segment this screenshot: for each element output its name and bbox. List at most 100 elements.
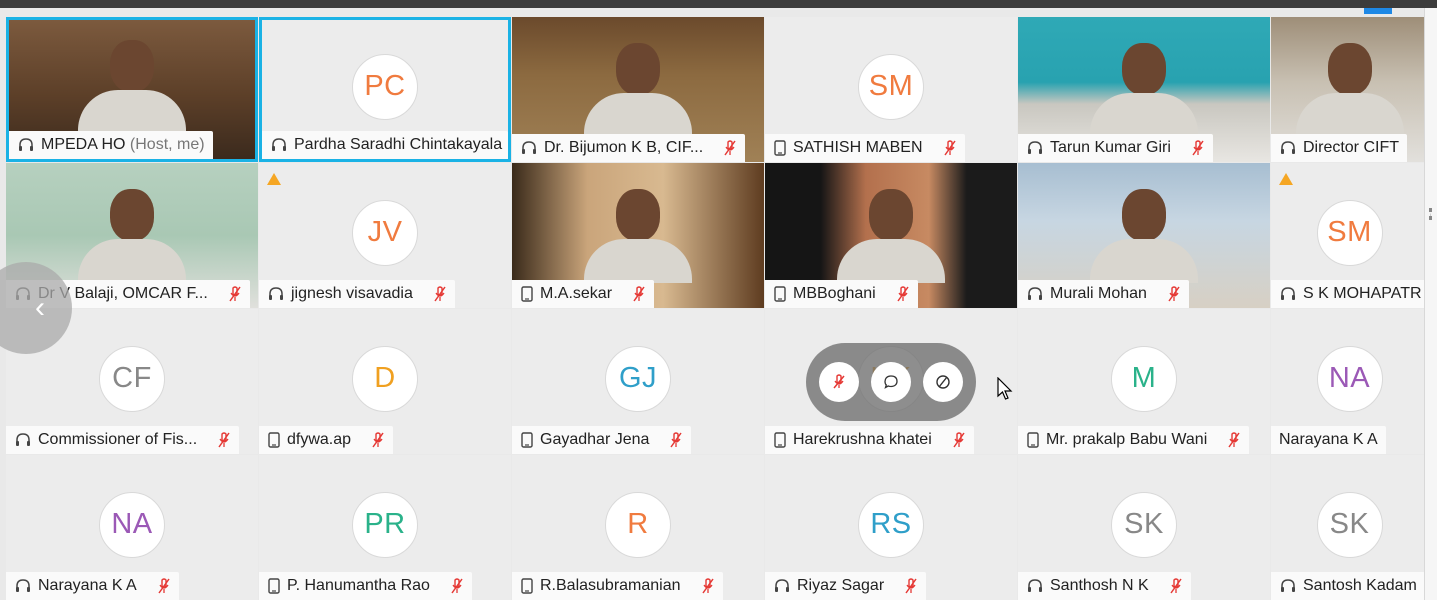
participant-tile[interactable]: NA Narayana K A [1271,309,1427,454]
participant-tile[interactable]: GJ Gayadhar Jena [512,309,764,454]
device-phone-icon [267,431,281,449]
mic-muted-icon [943,139,957,157]
chat-participant-button[interactable] [871,362,911,402]
participant-tile[interactable]: MPEDA HO (Host, me) [6,17,258,162]
participant-name: M.A.sekar [540,285,613,302]
side-panel-handle[interactable] [1424,8,1437,600]
participant-avatar: SK [1316,491,1383,558]
participant-name: Murali Mohan [1050,285,1147,302]
participant-tile[interactable]: SM SATHISH MABEN [765,17,1017,162]
participant-tile[interactable]: SM S K MOHAPATR [1271,163,1427,308]
video-off-icon [936,375,950,389]
participant-tile[interactable]: RS Riyaz Sagar [765,455,1017,600]
participant-tile[interactable]: R R.Balasubramanian [512,455,764,600]
participant-tile[interactable]: Tarun Kumar Giri [1018,17,1270,162]
drag-handle-icon[interactable] [1429,208,1435,220]
mic-muted-icon [952,431,966,449]
participant-name-label: Commissioner of Fis... [6,426,240,454]
headset-icon [14,577,32,595]
headset-icon [520,139,538,157]
participant-tile[interactable]: M Mr. prakalp Babu Wani [1018,309,1270,454]
stop-video-button[interactable] [923,362,963,402]
participant-tile[interactable]: Murali Mohan [1018,163,1270,308]
mic-muted-icon [217,431,231,449]
participant-avatar: PC [352,53,418,120]
participant-avatar: SK [1111,491,1177,558]
participant-name: P. Hanumantha Rao [287,577,430,594]
participant-name-label: SATHISH MABEN [765,134,965,162]
mouse-cursor-icon [997,376,1013,406]
participant-avatar: PR [352,491,418,558]
chevron-left-icon: ‹ [35,291,45,324]
participant-video [836,183,946,283]
participant-name: Commissioner of Fis... [38,431,198,448]
participant-name-label: Murali Mohan [1018,280,1189,308]
participant-name-label: MBBoghani [765,280,918,308]
participant-name-label: Santhosh N K [1018,572,1191,600]
participant-name-label: Dr. Bijumon K B, CIF... [512,134,746,162]
participant-name: MPEDA HO (Host, me) [41,136,205,153]
device-phone-icon [520,285,534,303]
participant-tile[interactable]: SK Santhosh N K [1018,455,1270,600]
headset-icon [1026,139,1044,157]
mic-muted-icon [228,285,242,303]
chat-bubble-icon [884,375,898,389]
participant-avatar: D [352,345,418,412]
participant-name-label: Riyaz Sagar [765,572,927,600]
headset-icon [773,577,791,595]
participant-name-label: S K MOHAPATR [1271,280,1427,308]
mic-muted-icon [1167,285,1181,303]
participant-gallery: MPEDA HO (Host, me) PC Pardha Saradhi Chin… [6,17,1427,600]
participant-avatar: NA [1316,345,1383,412]
participant-name: Riyaz Sagar [797,577,885,594]
participant-name: R.Balasubramanian [540,577,681,594]
participant-tile[interactable]: Dr. Bijumon K B, CIF... [512,17,764,162]
participant-tile[interactable]: MBBoghani [765,163,1017,308]
device-phone-icon [773,139,787,157]
headset-icon [270,136,288,154]
participant-name: Harekrushna khatei [793,431,932,448]
participant-name-label: M.A.sekar [512,280,655,308]
mic-muted-icon [723,139,737,157]
mic-muted-icon [433,285,447,303]
device-phone-icon [1026,431,1040,449]
participant-name-label: Narayana K A [6,572,179,600]
participant-name: Narayana K A [1279,431,1378,448]
participant-avatar: SM [1316,199,1383,266]
mic-off-icon [833,374,845,389]
participant-name: Narayana K A [38,577,137,594]
participant-name-label: Narayana K A [1271,426,1386,454]
participant-name: Gayadhar Jena [540,431,650,448]
mic-muted-icon [632,285,646,303]
participant-video [1089,37,1199,137]
participant-name: Santosh Kadam [1303,577,1417,594]
mic-muted-icon [371,431,385,449]
participant-name-label: R.Balasubramanian [512,572,723,600]
participant-avatar: NA [99,491,165,558]
participant-name-label: Mr. prakalp Babu Wani [1018,426,1250,454]
participant-video [77,34,187,134]
participant-tile[interactable]: M.A.sekar [512,163,764,308]
participant-tile[interactable]: PR P. Hanumantha Rao [259,455,511,600]
mic-muted-icon [896,285,910,303]
mic-muted-icon [669,431,683,449]
participant-tile[interactable]: NA Narayana K A [6,455,258,600]
mute-participant-button[interactable] [819,362,859,402]
mic-muted-icon [157,577,171,595]
participant-tile[interactable]: Ddfywa.ap [259,309,511,454]
participant-name: jignesh visavadia [291,285,413,302]
participant-tile[interactable]: SK Santosh Kadam [1271,455,1427,600]
participant-name: Pardha Saradhi Chintakayala [294,136,503,153]
device-phone-icon [773,431,787,449]
mic-muted-icon [1227,431,1241,449]
headset-icon [1026,285,1044,303]
participant-tile[interactable]: JV jignesh visavadia [259,163,511,308]
participant-tile[interactable]: Director CIFT [1271,17,1427,162]
participant-name-label: Harekrushna khatei [765,426,974,454]
participant-tile[interactable]: PC Pardha Saradhi Chintakayala [259,17,511,162]
mic-muted-icon [1191,139,1205,157]
device-phone-icon [520,577,534,595]
participant-avatar: JV [352,199,418,266]
minimize-indicator[interactable] [1364,8,1392,14]
device-phone-icon [773,285,787,303]
